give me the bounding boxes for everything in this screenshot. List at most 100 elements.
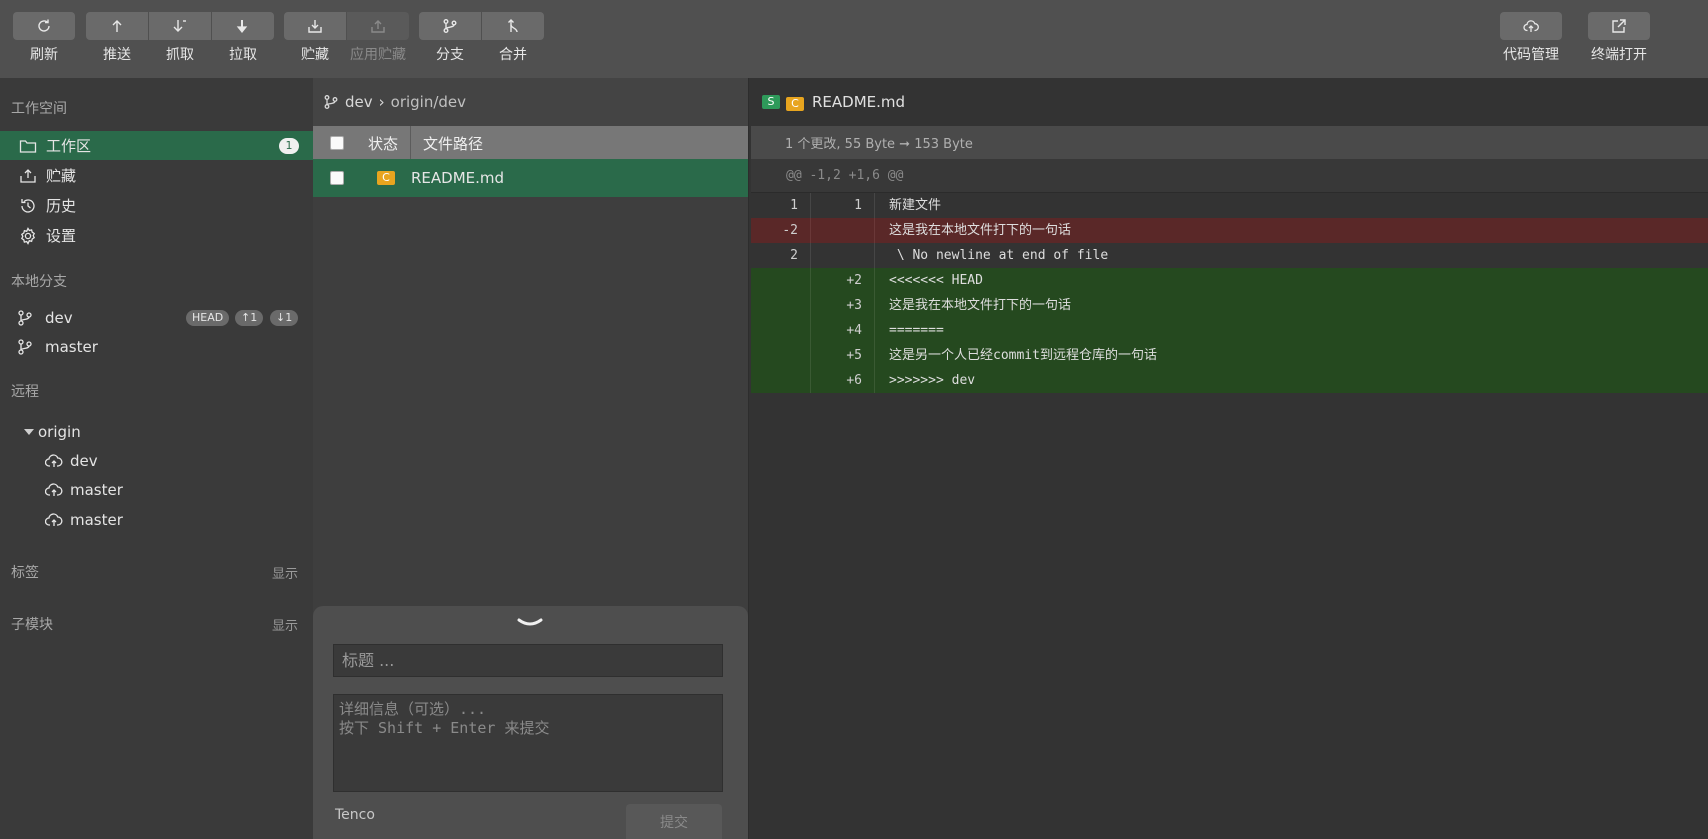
external-open-icon bbox=[1612, 19, 1626, 33]
sidebar-item-settings[interactable]: 设置 bbox=[0, 221, 313, 250]
hunk-header: @@ -1,2 +1,6 @@ bbox=[751, 159, 1708, 193]
sidebar-item-working-tree[interactable]: 工作区 1 bbox=[0, 131, 313, 160]
col-status-header[interactable]: 状态 bbox=[368, 133, 398, 154]
branch-label: 分支 bbox=[436, 47, 464, 63]
staged-status-badge: S bbox=[762, 95, 780, 109]
new-line-number: +5 bbox=[812, 343, 875, 368]
terminal-group bbox=[1588, 12, 1650, 40]
refresh-group bbox=[13, 12, 75, 40]
new-line-number: +6 bbox=[812, 368, 875, 393]
old-line-number: 1 bbox=[751, 193, 811, 218]
remote-branch-master[interactable]: master bbox=[0, 475, 313, 504]
merge-label: 合并 bbox=[499, 47, 527, 63]
new-line-number: +2 bbox=[812, 268, 875, 293]
remote-branch-name: dev bbox=[70, 451, 98, 470]
remote-branch-dev[interactable]: dev bbox=[0, 446, 313, 475]
refresh-button[interactable] bbox=[13, 12, 75, 40]
hunk-header-text: @@ -1,2 +1,6 @@ bbox=[786, 168, 904, 183]
diff-line-text: \ No newline at end of file bbox=[889, 248, 1109, 263]
remote-branch-name: master bbox=[70, 510, 123, 529]
collapse-chevron-icon[interactable] bbox=[515, 616, 545, 634]
push-button[interactable] bbox=[86, 12, 148, 40]
diff-header: S C README.md bbox=[749, 78, 1708, 126]
diff-line-added: +6 >>>>>>> dev bbox=[751, 368, 1708, 393]
diff-line: 2 \ No newline at end of file bbox=[751, 243, 1708, 268]
table-row[interactable]: C README.md bbox=[313, 159, 748, 197]
current-branch: dev bbox=[345, 93, 373, 111]
new-line-number: +3 bbox=[812, 293, 875, 318]
branch-icon bbox=[443, 19, 457, 33]
diff-line-text: <<<<<<< HEAD bbox=[889, 273, 983, 288]
pull-button[interactable] bbox=[212, 12, 274, 40]
sidebar-item-stash[interactable]: 贮藏 bbox=[0, 161, 313, 190]
commit-submit-button[interactable]: 提交 bbox=[626, 804, 722, 839]
branch-name: master bbox=[45, 337, 98, 356]
cloud-icon bbox=[44, 451, 64, 471]
branch-button[interactable] bbox=[419, 12, 481, 40]
stash-group bbox=[284, 12, 409, 40]
commit-detail-input[interactable] bbox=[333, 694, 723, 792]
new-line-number bbox=[812, 218, 875, 243]
commit-author: Tenco bbox=[335, 807, 375, 823]
ahead-badge: ↑1 bbox=[235, 310, 264, 326]
sidebar: 工作空间 工作区 1 贮藏 历史 设置 本地分支 dev HEAD ↑1 ↓1 bbox=[0, 78, 313, 839]
cloud-icon bbox=[44, 480, 64, 500]
remote-origin-toggle[interactable]: origin bbox=[0, 417, 313, 446]
diff-summary: 1 个更改, 55 Byte ➞ 153 Byte bbox=[751, 126, 1708, 159]
remote-branch-name: master bbox=[70, 480, 123, 499]
merge-icon bbox=[508, 19, 518, 33]
diff-line-text: 新建文件 bbox=[889, 198, 942, 213]
caret-down-icon bbox=[24, 428, 34, 435]
pull-label: 拉取 bbox=[229, 47, 257, 63]
tags-section-title: 标签 bbox=[11, 565, 39, 581]
commit-title-input[interactable] bbox=[333, 644, 723, 677]
diff-filename: README.md bbox=[812, 93, 906, 111]
local-branch-master[interactable]: master bbox=[0, 332, 313, 361]
diff-line: 1 1 新建文件 bbox=[751, 193, 1708, 218]
diff-summary-text: 1 个更改, 55 Byte ➞ 153 Byte bbox=[785, 137, 973, 152]
apply-stash-button[interactable] bbox=[347, 12, 409, 40]
sidebar-item-label: 贮藏 bbox=[46, 167, 77, 185]
sidebar-item-label: 设置 bbox=[46, 227, 77, 245]
conflict-status-badge: C bbox=[786, 97, 804, 111]
fetch-button[interactable] bbox=[149, 12, 211, 40]
tags-show-toggle[interactable]: 显示 bbox=[272, 563, 298, 582]
gear-icon bbox=[18, 226, 38, 246]
old-line-number bbox=[751, 368, 811, 393]
refresh-label: 刷新 bbox=[30, 47, 58, 63]
select-all-checkbox[interactable] bbox=[330, 136, 344, 150]
sidebar-item-label: 工作区 bbox=[46, 137, 92, 155]
diff-panel: S C README.md 1 个更改, 55 Byte ➞ 153 Byte … bbox=[749, 78, 1708, 839]
commit-panel: Tenco 提交 bbox=[313, 606, 748, 839]
diff-line-text: 这是我在本地文件打下的一句话 bbox=[889, 298, 1072, 313]
merge-button[interactable] bbox=[482, 12, 544, 40]
diff-line-added: +2 <<<<<<< HEAD bbox=[751, 268, 1708, 293]
local-branch-dev[interactable]: dev HEAD ↑1 ↓1 bbox=[0, 303, 313, 332]
cloud-upload-icon bbox=[1523, 20, 1539, 32]
diff-line-added: +5 这是另一个人已经commit到远程仓库的一句话 bbox=[751, 343, 1708, 368]
old-line-number bbox=[751, 268, 811, 293]
diff-line-text: 这是我在本地文件打下的一句话 bbox=[889, 223, 1072, 238]
file-path: README.md bbox=[411, 169, 505, 187]
local-branch-section-title: 本地分支 bbox=[11, 274, 67, 290]
sidebar-item-label: 历史 bbox=[46, 197, 77, 215]
code-manage-button[interactable] bbox=[1500, 12, 1562, 40]
remote-branch-master-2[interactable]: master bbox=[0, 505, 313, 534]
branch-icon bbox=[15, 337, 35, 357]
old-line-number: -2 bbox=[751, 218, 811, 243]
col-path-header[interactable]: 文件路径 bbox=[423, 133, 483, 154]
diff-line-text: 这是另一个人已经commit到远程仓库的一句话 bbox=[889, 348, 1157, 363]
new-line-number bbox=[812, 243, 875, 268]
submodule-show-toggle[interactable]: 显示 bbox=[272, 615, 298, 634]
old-line-number bbox=[751, 343, 811, 368]
fetch-label: 抓取 bbox=[166, 47, 194, 63]
refresh-icon bbox=[38, 19, 50, 32]
stash-button[interactable] bbox=[284, 12, 346, 40]
terminal-open-button[interactable] bbox=[1588, 12, 1650, 40]
conflict-status-badge: C bbox=[377, 171, 395, 185]
branch-group bbox=[419, 12, 544, 40]
fetch-icon bbox=[173, 20, 186, 32]
file-checkbox[interactable] bbox=[330, 171, 344, 185]
stash-label: 贮藏 bbox=[301, 47, 329, 63]
sidebar-item-history[interactable]: 历史 bbox=[0, 191, 313, 220]
